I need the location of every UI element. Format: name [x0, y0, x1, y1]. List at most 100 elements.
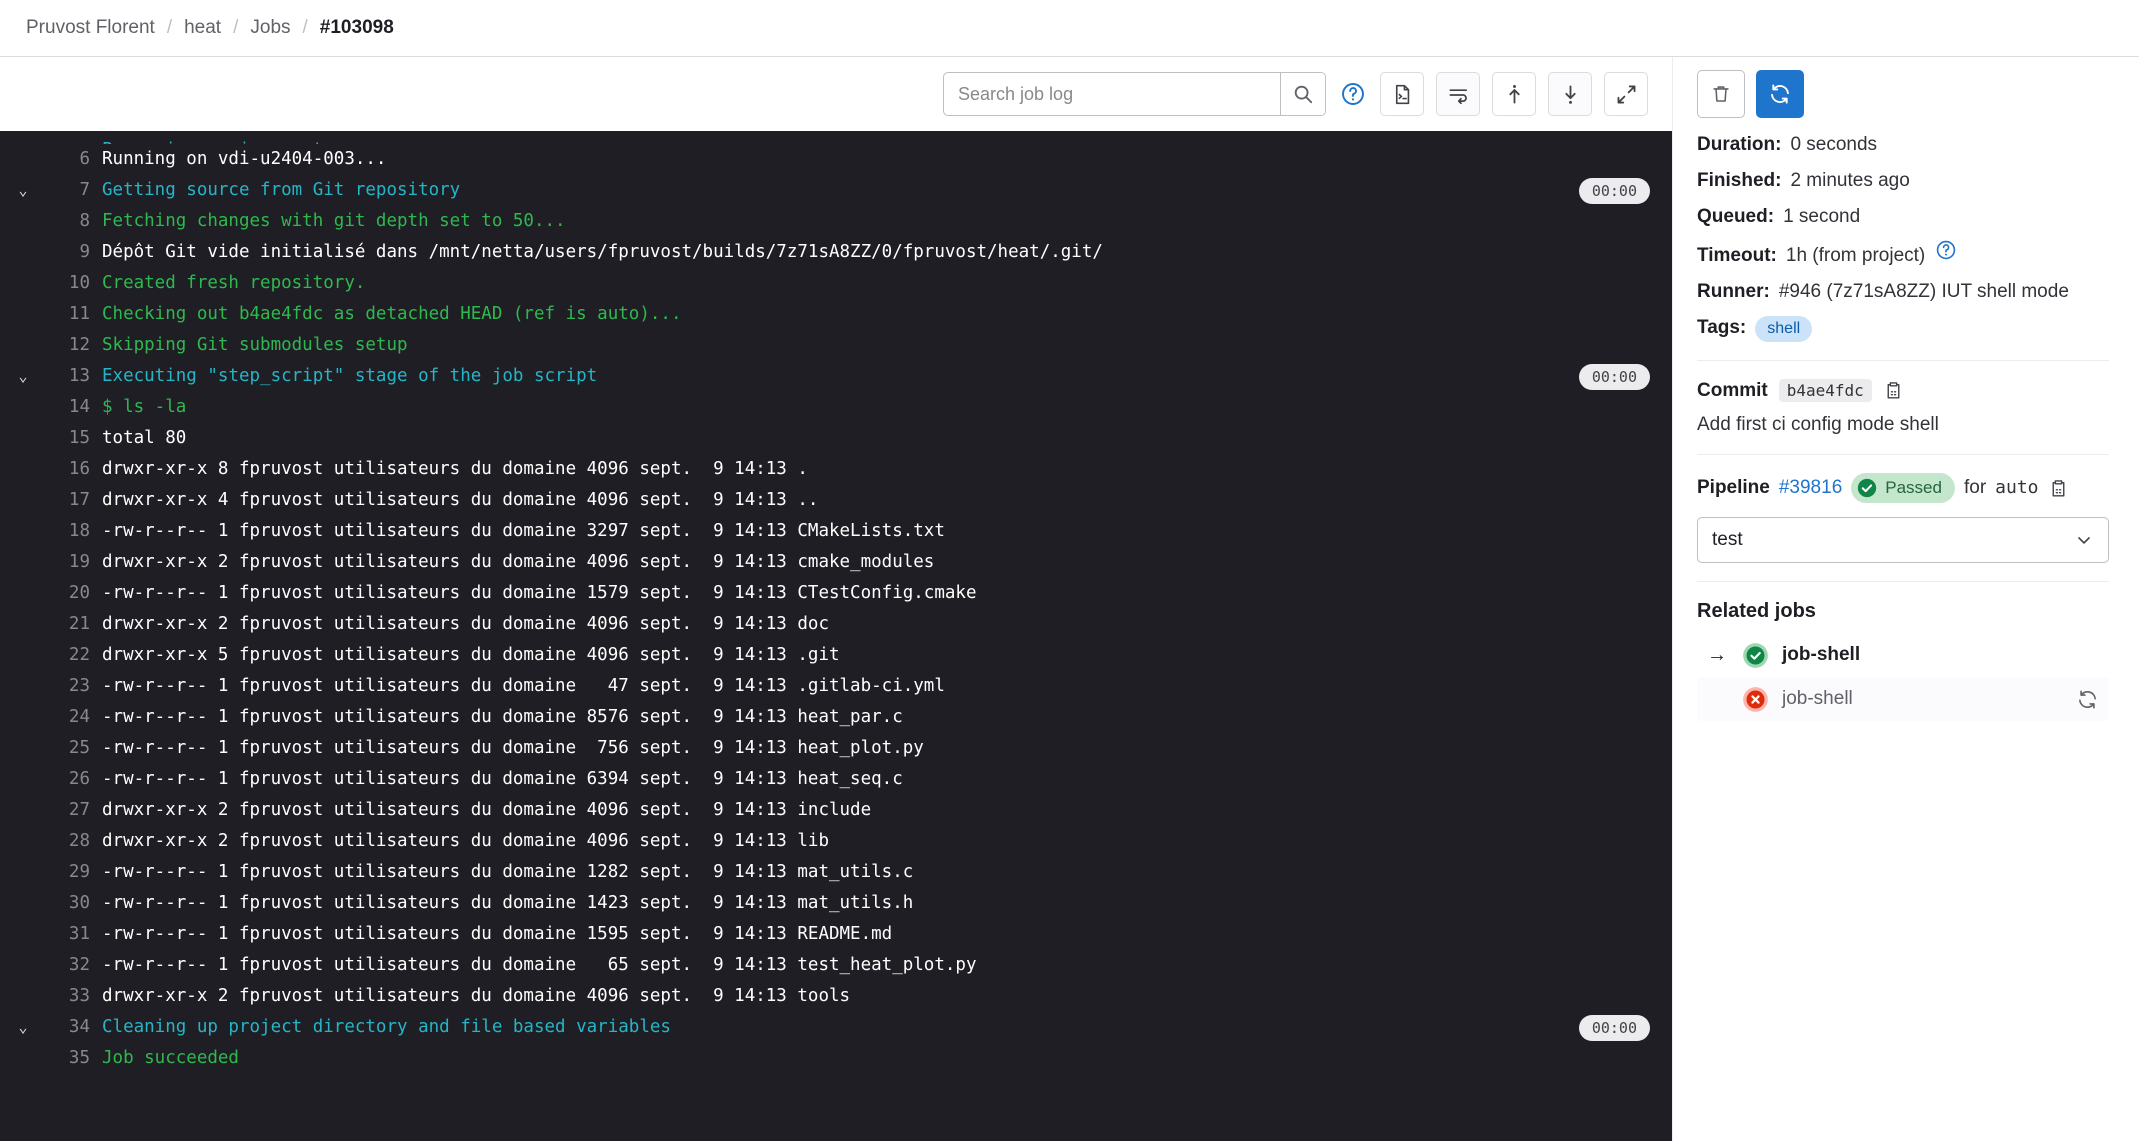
log-line-number[interactable]: 24 — [46, 702, 102, 733]
fullscreen-button[interactable] — [1604, 72, 1648, 116]
log-line-number[interactable]: 31 — [46, 919, 102, 950]
log-line: 9 Dépôt Git vide initialisé dans /mnt/net… — [0, 237, 1672, 268]
log-line-number[interactable]: 14 — [46, 392, 102, 423]
log-line-text: -rw-r--r-- 1 fpruvost utilisateurs du do… — [102, 955, 977, 975]
scroll-to-bottom-button[interactable] — [1548, 72, 1592, 116]
log-line-text: Dépôt Git vide initialisé dans /mnt/nett… — [102, 242, 1103, 262]
breadcrumb: Pruvost Florent / heat / Jobs / #103098 — [0, 0, 2139, 57]
log-line-text: Cleaning up project directory and file b… — [102, 1017, 671, 1037]
log-line-number[interactable]: 18 — [46, 516, 102, 547]
log-line-number[interactable]: 6 — [46, 144, 102, 175]
log-line-number[interactable]: 7 — [46, 175, 102, 206]
status-success-icon — [1743, 642, 1768, 668]
search-help-button[interactable] — [1338, 79, 1368, 109]
log-line-text: -rw-r--r-- 1 fpruvost utilisateurs du do… — [102, 893, 914, 913]
pipeline-status-badge: Passed — [1851, 473, 1955, 503]
log-section-duration: 00:00 — [1578, 178, 1650, 204]
log-line-number[interactable]: 17 — [46, 485, 102, 516]
detail-timeout-label: Timeout: — [1697, 245, 1777, 266]
log-line-clipped: Preparing environment — [0, 135, 1672, 144]
detail-finished-value: 2 minutes ago — [1790, 170, 1910, 191]
log-line: 17 drwxr-xr-x 4 fpruvost utilisateurs du … — [0, 485, 1672, 516]
scroll-to-top-button[interactable] — [1492, 72, 1536, 116]
timeout-help-button[interactable] — [1935, 239, 1957, 261]
log-line-number[interactable]: 33 — [46, 981, 102, 1012]
log-line-number[interactable]: 11 — [46, 299, 102, 330]
log-line-number[interactable]: 21 — [46, 609, 102, 640]
log-line: 28 drwxr-xr-x 2 fpruvost utilisateurs du … — [0, 826, 1672, 857]
log-line-number[interactable]: 19 — [46, 547, 102, 578]
retry-job-button[interactable] — [1756, 70, 1804, 118]
related-job-current[interactable]: → job-shell — [1697, 633, 2109, 677]
retry-related-job-button[interactable] — [2076, 688, 2099, 711]
log-section-duration: 00:00 — [1578, 1015, 1650, 1041]
pipeline-id-link[interactable]: #39816 — [1779, 473, 1842, 503]
breadcrumb-item-group[interactable]: Pruvost Florent — [26, 17, 155, 39]
log-section-collapse-toggle[interactable]: ⌄ — [0, 175, 46, 206]
log-line-number[interactable]: 10 — [46, 268, 102, 299]
copy-pipeline-ref-button[interactable] — [2048, 478, 2069, 499]
log-line-number[interactable]: 8 — [46, 206, 102, 237]
commit-message[interactable]: Add first ci config mode shell — [1697, 414, 2109, 436]
search-icon — [1294, 85, 1313, 104]
related-job-name: job-shell — [1782, 644, 1861, 665]
log-line-number[interactable]: 9 — [46, 237, 102, 268]
log-line-text: Fetching changes with git depth set to 5… — [102, 211, 566, 231]
commit-row: Commit b4ae4fdc — [1697, 379, 2109, 402]
status-failed-icon — [1743, 686, 1768, 712]
log-line-number[interactable]: 27 — [46, 795, 102, 826]
breadcrumb-item-job-id: #103098 — [319, 17, 394, 38]
raw-log-button[interactable] — [1380, 72, 1424, 116]
file-terminal-icon — [1395, 84, 1409, 104]
log-line-text: drwxr-xr-x 4 fpruvost utilisateurs du do… — [102, 490, 819, 510]
log-line-number[interactable]: 34 — [46, 1012, 102, 1043]
job-log-output[interactable]: Preparing environment 6Running on vdi-u2… — [0, 131, 1672, 1141]
log-line-text: Running on vdi-u2404-003... — [102, 149, 387, 169]
search-input[interactable] — [944, 73, 1280, 115]
log-section-collapse-toggle[interactable]: ⌄ — [0, 1012, 46, 1043]
log-line-text: Getting source from Git repository — [102, 180, 461, 200]
log-line-number[interactable]: 30 — [46, 888, 102, 919]
pipeline-ref[interactable]: auto — [1995, 473, 2038, 503]
log-line-number[interactable]: 12 — [46, 330, 102, 361]
log-line-text: drwxr-xr-x 2 fpruvost utilisateurs du do… — [102, 614, 829, 634]
expand-icon — [1617, 85, 1635, 103]
log-line-number[interactable]: 28 — [46, 826, 102, 857]
log-line: 12 Skipping Git submodules setup — [0, 330, 1672, 361]
soft-wrap-button[interactable] — [1436, 72, 1480, 116]
log-line-number[interactable]: 20 — [46, 578, 102, 609]
log-section-collapse-toggle[interactable]: ⌄ — [0, 361, 46, 392]
pipeline-status-text: Passed — [1885, 478, 1942, 497]
job-actions — [1691, 57, 2115, 131]
log-line-number[interactable]: 35 — [46, 1043, 102, 1074]
log-line: 15 total 80 — [0, 423, 1672, 454]
log-line-number[interactable]: 25 — [46, 733, 102, 764]
log-line: 30 -rw-r--r-- 1 fpruvost utilisateurs du … — [0, 888, 1672, 919]
log-line-number[interactable]: 29 — [46, 857, 102, 888]
log-line: 22 drwxr-xr-x 5 fpruvost utilisateurs du … — [0, 640, 1672, 671]
log-line-text: Executing "step_script" stage of the job… — [102, 366, 598, 386]
job-sidebar-content: Duration: 0 seconds Finished: 2 minutes … — [1691, 131, 2115, 721]
log-line-text: Created fresh repository. — [102, 273, 366, 293]
log-line: 27 drwxr-xr-x 2 fpruvost utilisateurs du … — [0, 795, 1672, 826]
log-line-number[interactable]: 22 — [46, 640, 102, 671]
log-line: 31 -rw-r--r-- 1 fpruvost utilisateurs du … — [0, 919, 1672, 950]
divider — [1697, 581, 2109, 582]
related-job-item[interactable]: job-shell — [1697, 677, 2109, 721]
copy-commit-sha-button[interactable] — [1883, 380, 1904, 401]
log-line-number[interactable]: 26 — [46, 764, 102, 795]
search-submit-button[interactable] — [1280, 73, 1325, 115]
breadcrumb-item-jobs[interactable]: Jobs — [250, 17, 290, 39]
log-line-text: drwxr-xr-x 8 fpruvost utilisateurs du do… — [102, 459, 808, 479]
erase-job-log-button[interactable] — [1697, 70, 1745, 118]
breadcrumb-item-project[interactable]: heat — [184, 17, 221, 39]
commit-sha[interactable]: b4ae4fdc — [1778, 379, 1872, 402]
log-line-number[interactable]: 16 — [46, 454, 102, 485]
log-line-number[interactable]: 13 — [46, 361, 102, 392]
stage-select[interactable]: test — [1697, 517, 2109, 563]
log-line-number[interactable]: 15 — [46, 423, 102, 454]
log-line-number[interactable]: 23 — [46, 671, 102, 702]
commit-label: Commit — [1697, 379, 1768, 401]
log-line-number[interactable]: 32 — [46, 950, 102, 981]
log-line: 23 -rw-r--r-- 1 fpruvost utilisateurs du … — [0, 671, 1672, 702]
